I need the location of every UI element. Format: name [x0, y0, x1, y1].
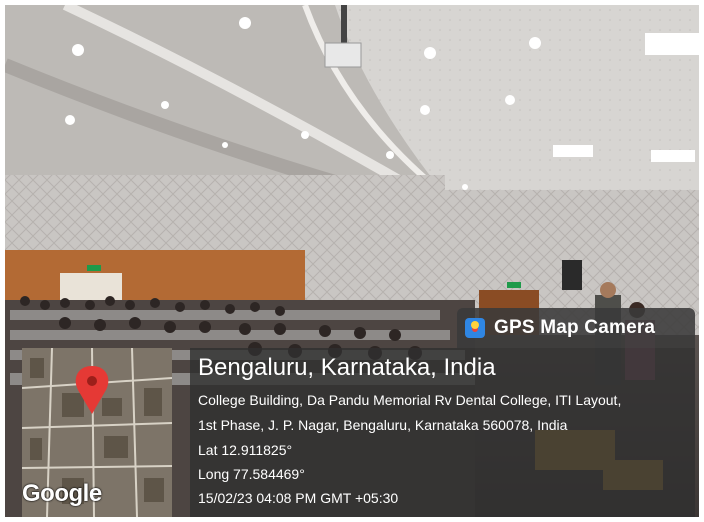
photo-frame: GPS Map Camera Google Bengaluru, Karnata… — [5, 5, 699, 517]
longitude: Long 77.584469° — [198, 466, 305, 482]
timestamp: 15/02/23 04:08 PM GMT +05:30 — [198, 490, 399, 506]
location-map: Google — [22, 348, 172, 517]
location-info-panel: Bengaluru, Karnataka, India College Buil… — [190, 348, 695, 517]
gps-badge: GPS Map Camera — [457, 308, 695, 348]
address-line-2: 1st Phase, J. P. Nagar, Bengaluru, Karna… — [198, 417, 568, 433]
badge-title: GPS Map Camera — [494, 317, 656, 338]
address-line-1: College Building, Da Pandu Memorial Rv D… — [198, 392, 622, 408]
location-city: Bengaluru, Karnataka, India — [198, 354, 496, 381]
latitude: Lat 12.911825° — [198, 442, 293, 458]
google-logo: Google — [22, 480, 102, 507]
map-pin-app-icon — [465, 318, 485, 338]
